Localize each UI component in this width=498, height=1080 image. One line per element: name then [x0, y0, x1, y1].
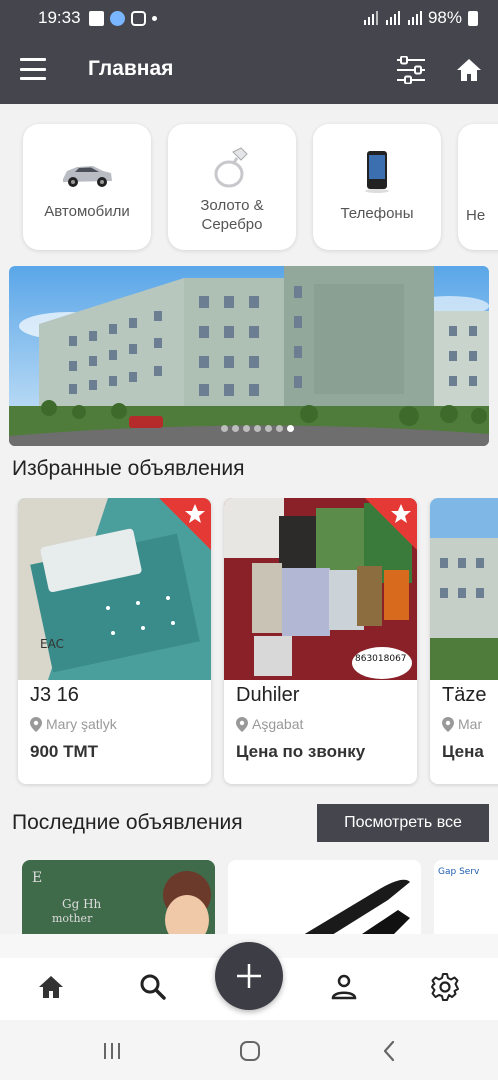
home-icon[interactable] — [36, 972, 66, 1002]
favorite-star-icon — [159, 498, 211, 550]
profile-icon[interactable] — [329, 972, 359, 1002]
svg-text:EAC: EAC — [40, 637, 64, 651]
settings-icon[interactable] — [430, 972, 460, 1002]
system-home-icon[interactable] — [238, 1039, 262, 1063]
telegram-icon — [109, 10, 125, 26]
page-title: Главная — [88, 57, 174, 80]
menu-icon[interactable] — [20, 58, 46, 80]
carousel-dot[interactable] — [243, 425, 250, 432]
featured-section-title: Избранные объявления — [12, 457, 245, 480]
ad-card[interactable]: Täze Mar Цена — [430, 498, 498, 784]
bottom-navigation — [0, 934, 498, 1020]
carousel-indicator — [221, 425, 294, 432]
ad-location: Mary şatlyk — [30, 716, 117, 732]
carousel-dot[interactable] — [276, 425, 283, 432]
ad-location: Mar — [442, 716, 482, 732]
category-label: Телефоны — [340, 205, 414, 222]
latest-list: E Gg Hh mother Gap Serv — [0, 860, 498, 934]
promo-banner[interactable] — [9, 266, 489, 446]
search-icon[interactable] — [138, 972, 168, 1002]
location-pin-icon — [442, 716, 454, 732]
phone-icon — [362, 142, 392, 200]
ad-location-text: Aşgabat — [252, 716, 304, 732]
category-label: Золото & Серебро — [200, 197, 264, 233]
category-list: Автомобили Золото & Серебро Телефоны Не — [0, 104, 498, 264]
category-card-gold-silver[interactable]: Золото & Серебро — [168, 124, 296, 250]
ad-price: Цена — [442, 742, 484, 761]
system-navigation — [0, 1020, 498, 1080]
ad-card[interactable]: EAC J3 16 Mary şatlyk 900 TMT — [18, 498, 211, 784]
ad-image: EAC — [18, 498, 211, 680]
ad-title: Duhiler — [236, 684, 300, 706]
carousel-dot[interactable] — [265, 425, 272, 432]
svg-text:Gg Hh: Gg Hh — [62, 897, 102, 911]
car-icon — [59, 144, 115, 202]
ad-price: Цена по звонку — [236, 742, 366, 761]
svg-text:E: E — [32, 870, 42, 886]
back-icon[interactable] — [378, 1039, 402, 1063]
svg-text:Gap Serv: Gap Serv — [438, 867, 480, 877]
ad-price: 900 TMT — [30, 742, 99, 761]
featured-list: EAC J3 16 Mary şatlyk 900 TMT 863018067 … — [0, 498, 498, 788]
category-card-realty[interactable]: Не — [458, 124, 498, 250]
gallery-icon — [88, 10, 104, 26]
ad-location-text: Mar — [458, 716, 483, 732]
mobile-signal-icon — [385, 11, 400, 25]
status-bar: 19:33 98% — [0, 0, 498, 36]
carousel-dot[interactable] — [232, 425, 239, 432]
add-button[interactable] — [215, 942, 283, 1010]
ad-location: Aşgabat — [236, 716, 303, 732]
favorite-star-icon — [365, 498, 417, 550]
status-time: 19:33 — [38, 8, 81, 27]
ad-card[interactable]: 863018067 Duhiler Aşgabat Цена по звонку — [224, 498, 417, 784]
ad-image — [430, 498, 498, 680]
recent-apps-icon[interactable] — [100, 1039, 124, 1063]
category-label: Не — [466, 207, 486, 224]
ad-image-caption: 863018067 — [355, 654, 407, 664]
location-pin-icon — [236, 716, 248, 732]
category-card-cars[interactable]: Автомобили — [23, 124, 151, 250]
ad-location-text: Mary şatlyk — [46, 716, 117, 732]
category-label: Автомобили — [44, 203, 130, 220]
notification-dot-icon — [151, 15, 157, 21]
carousel-dot[interactable] — [221, 425, 228, 432]
carousel-dot[interactable] — [254, 425, 261, 432]
svg-text:mother: mother — [52, 912, 93, 925]
instagram-icon — [130, 10, 146, 26]
ad-image: 863018067 — [224, 498, 417, 680]
see-all-button[interactable]: Посмотреть все — [317, 804, 489, 842]
filter-icon[interactable] — [395, 56, 427, 84]
battery-percent: 98% — [427, 8, 462, 27]
add-icon — [237, 964, 261, 988]
latest-ad-card[interactable]: E Gg Hh mother — [22, 860, 215, 934]
location-pin-icon — [30, 716, 42, 732]
latest-ad-card[interactable]: Gap Serv — [434, 860, 498, 934]
latest-ad-card[interactable] — [228, 860, 421, 934]
battery-icon — [468, 10, 478, 26]
home-icon[interactable] — [455, 56, 483, 84]
app-bar: Главная — [0, 36, 498, 104]
mobile-signal-2-icon — [407, 11, 422, 25]
latest-section-title: Последние объявления — [12, 811, 243, 834]
wifi-signal-icon — [363, 11, 378, 25]
ad-title: Täze — [442, 684, 487, 706]
ad-title: J3 16 — [30, 684, 79, 706]
carousel-dot[interactable] — [287, 425, 294, 432]
ring-icon — [207, 138, 257, 196]
category-card-phones[interactable]: Телефоны — [313, 124, 441, 250]
